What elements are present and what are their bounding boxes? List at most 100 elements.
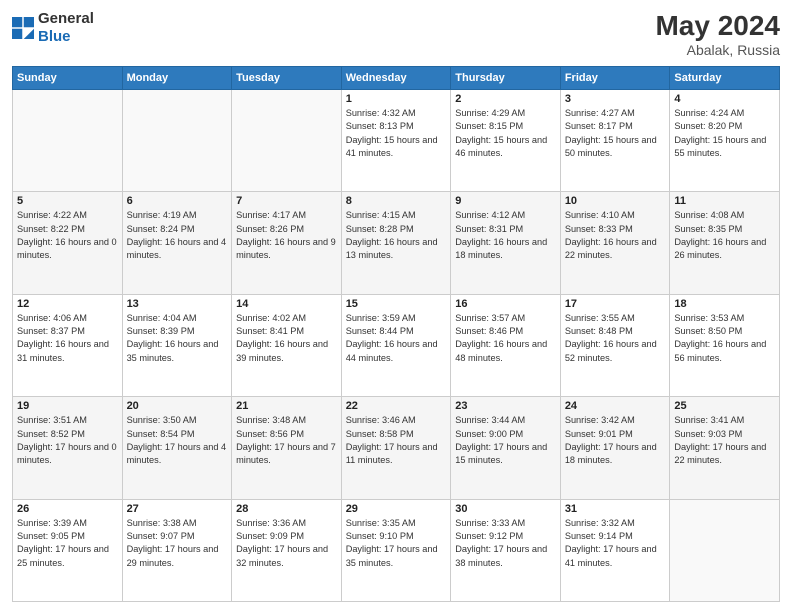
table-row: 25Sunrise: 3:41 AMSunset: 9:03 PMDayligh… <box>670 397 780 499</box>
day-number: 3 <box>565 93 666 105</box>
table-row: 1 Sunrise: 4:32 AMSunset: 8:13 PMDaylight… <box>341 90 451 192</box>
day-info: Sunrise: 3:57 AMSunset: 8:46 PMDaylight:… <box>455 312 556 365</box>
day-number: 30 <box>455 503 556 515</box>
day-number: 22 <box>346 400 447 412</box>
day-info: Sunrise: 3:46 AMSunset: 8:58 PMDaylight:… <box>346 414 447 467</box>
logo-general: General <box>38 10 94 27</box>
table-row: 18 Sunrise: 3:53 AMSunset: 8:50 PMDayligh… <box>670 294 780 396</box>
table-row <box>232 90 342 192</box>
day-info: Sunrise: 3:32 AMSunset: 9:14 PMDaylight:… <box>565 517 666 570</box>
day-number: 25 <box>674 400 775 412</box>
day-info: Sunrise: 3:50 AMSunset: 8:54 PMDaylight:… <box>127 414 228 467</box>
day-number: 13 <box>127 298 228 310</box>
title-month: May 2024 <box>655 10 780 42</box>
title-location: Abalak, Russia <box>655 42 780 58</box>
day-info: Sunrise: 4:15 AMSunset: 8:28 PMDaylight:… <box>346 209 447 262</box>
day-info: Sunrise: 3:48 AMSunset: 8:56 PMDaylight:… <box>236 414 337 467</box>
day-number: 21 <box>236 400 337 412</box>
day-number: 20 <box>127 400 228 412</box>
day-number: 18 <box>674 298 775 310</box>
day-number: 31 <box>565 503 666 515</box>
table-row: 14 Sunrise: 4:02 AMSunset: 8:41 PMDayligh… <box>232 294 342 396</box>
day-number: 1 <box>346 93 447 105</box>
week-row-0: 1 Sunrise: 4:32 AMSunset: 8:13 PMDaylight… <box>13 90 780 192</box>
col-monday: Monday <box>122 67 232 90</box>
day-info: Sunrise: 3:59 AMSunset: 8:44 PMDaylight:… <box>346 312 447 365</box>
day-info: Sunrise: 3:33 AMSunset: 9:12 PMDaylight:… <box>455 517 556 570</box>
table-row: 27Sunrise: 3:38 AMSunset: 9:07 PMDayligh… <box>122 499 232 601</box>
table-row: 7Sunrise: 4:17 AMSunset: 8:26 PMDaylight… <box>232 192 342 294</box>
day-info: Sunrise: 4:22 AMSunset: 8:22 PMDaylight:… <box>17 209 118 262</box>
table-row: 12Sunrise: 4:06 AMSunset: 8:37 PMDayligh… <box>13 294 123 396</box>
table-row: 16 Sunrise: 3:57 AMSunset: 8:46 PMDayligh… <box>451 294 561 396</box>
table-row: 26 Sunrise: 3:39 AMSunset: 9:05 PMDayligh… <box>13 499 123 601</box>
table-row: 17Sunrise: 3:55 AMSunset: 8:48 PMDayligh… <box>560 294 670 396</box>
table-row: 11 Sunrise: 4:08 AMSunset: 8:35 PMDayligh… <box>670 192 780 294</box>
table-row: 19 Sunrise: 3:51 AMSunset: 8:52 PMDayligh… <box>13 397 123 499</box>
table-row: 29Sunrise: 3:35 AMSunset: 9:10 PMDayligh… <box>341 499 451 601</box>
col-friday: Friday <box>560 67 670 90</box>
week-row-1: 5 Sunrise: 4:22 AMSunset: 8:22 PMDaylight… <box>13 192 780 294</box>
day-info: Sunrise: 4:04 AMSunset: 8:39 PMDaylight:… <box>127 312 228 365</box>
col-thursday: Thursday <box>451 67 561 90</box>
day-number: 4 <box>674 93 775 105</box>
day-number: 6 <box>127 195 228 207</box>
day-info: Sunrise: 4:24 AMSunset: 8:20 PMDaylight:… <box>674 107 775 160</box>
day-info: Sunrise: 3:39 AMSunset: 9:05 PMDaylight:… <box>17 517 118 570</box>
day-number: 5 <box>17 195 118 207</box>
day-number: 24 <box>565 400 666 412</box>
day-number: 7 <box>236 195 337 207</box>
table-row: 20 Sunrise: 3:50 AMSunset: 8:54 PMDayligh… <box>122 397 232 499</box>
header: General Blue May 2024 Abalak, Russia <box>12 10 780 58</box>
day-info: Sunrise: 3:51 AMSunset: 8:52 PMDaylight:… <box>17 414 118 467</box>
day-info: Sunrise: 4:29 AMSunset: 8:15 PMDaylight:… <box>455 107 556 160</box>
week-row-3: 19 Sunrise: 3:51 AMSunset: 8:52 PMDayligh… <box>13 397 780 499</box>
day-info: Sunrise: 4:12 AMSunset: 8:31 PMDaylight:… <box>455 209 556 262</box>
table-row: 9 Sunrise: 4:12 AMSunset: 8:31 PMDaylight… <box>451 192 561 294</box>
week-row-4: 26 Sunrise: 3:39 AMSunset: 9:05 PMDayligh… <box>13 499 780 601</box>
logo: General Blue <box>12 10 94 46</box>
day-number: 8 <box>346 195 447 207</box>
day-number: 10 <box>565 195 666 207</box>
day-number: 28 <box>236 503 337 515</box>
day-info: Sunrise: 3:42 AMSunset: 9:01 PMDaylight:… <box>565 414 666 467</box>
day-info: Sunrise: 3:35 AMSunset: 9:10 PMDaylight:… <box>346 517 447 570</box>
day-number: 14 <box>236 298 337 310</box>
day-info: Sunrise: 3:36 AMSunset: 9:09 PMDaylight:… <box>236 517 337 570</box>
calendar-table: Sunday Monday Tuesday Wednesday Thursday… <box>12 66 780 602</box>
col-saturday: Saturday <box>670 67 780 90</box>
day-number: 19 <box>17 400 118 412</box>
day-info: Sunrise: 3:53 AMSunset: 8:50 PMDaylight:… <box>674 312 775 365</box>
day-info: Sunrise: 4:10 AMSunset: 8:33 PMDaylight:… <box>565 209 666 262</box>
day-number: 16 <box>455 298 556 310</box>
table-row: 8 Sunrise: 4:15 AMSunset: 8:28 PMDaylight… <box>341 192 451 294</box>
col-wednesday: Wednesday <box>341 67 451 90</box>
logo-icon <box>12 17 34 39</box>
table-row: 10 Sunrise: 4:10 AMSunset: 8:33 PMDayligh… <box>560 192 670 294</box>
table-row: 28 Sunrise: 3:36 AMSunset: 9:09 PMDayligh… <box>232 499 342 601</box>
day-number: 17 <box>565 298 666 310</box>
day-number: 11 <box>674 195 775 207</box>
table-row: 15 Sunrise: 3:59 AMSunset: 8:44 PMDayligh… <box>341 294 451 396</box>
day-number: 26 <box>17 503 118 515</box>
day-info: Sunrise: 3:44 AMSunset: 9:00 PMDaylight:… <box>455 414 556 467</box>
day-number: 9 <box>455 195 556 207</box>
day-info: Sunrise: 4:32 AMSunset: 8:13 PMDaylight:… <box>346 107 447 160</box>
table-row: 31 Sunrise: 3:32 AMSunset: 9:14 PMDayligh… <box>560 499 670 601</box>
table-row: 24 Sunrise: 3:42 AMSunset: 9:01 PMDayligh… <box>560 397 670 499</box>
day-number: 27 <box>127 503 228 515</box>
table-row: 6Sunrise: 4:19 AMSunset: 8:24 PMDaylight… <box>122 192 232 294</box>
logo-text: General Blue <box>38 10 94 46</box>
title-block: May 2024 Abalak, Russia <box>655 10 780 58</box>
day-info: Sunrise: 4:02 AMSunset: 8:41 PMDaylight:… <box>236 312 337 365</box>
day-info: Sunrise: 4:08 AMSunset: 8:35 PMDaylight:… <box>674 209 775 262</box>
day-number: 15 <box>346 298 447 310</box>
table-row: 13 Sunrise: 4:04 AMSunset: 8:39 PMDayligh… <box>122 294 232 396</box>
week-row-2: 12Sunrise: 4:06 AMSunset: 8:37 PMDayligh… <box>13 294 780 396</box>
table-row <box>122 90 232 192</box>
day-number: 12 <box>17 298 118 310</box>
col-sunday: Sunday <box>13 67 123 90</box>
calendar-header-row: Sunday Monday Tuesday Wednesday Thursday… <box>13 67 780 90</box>
col-tuesday: Tuesday <box>232 67 342 90</box>
logo-blue: Blue <box>38 28 71 45</box>
